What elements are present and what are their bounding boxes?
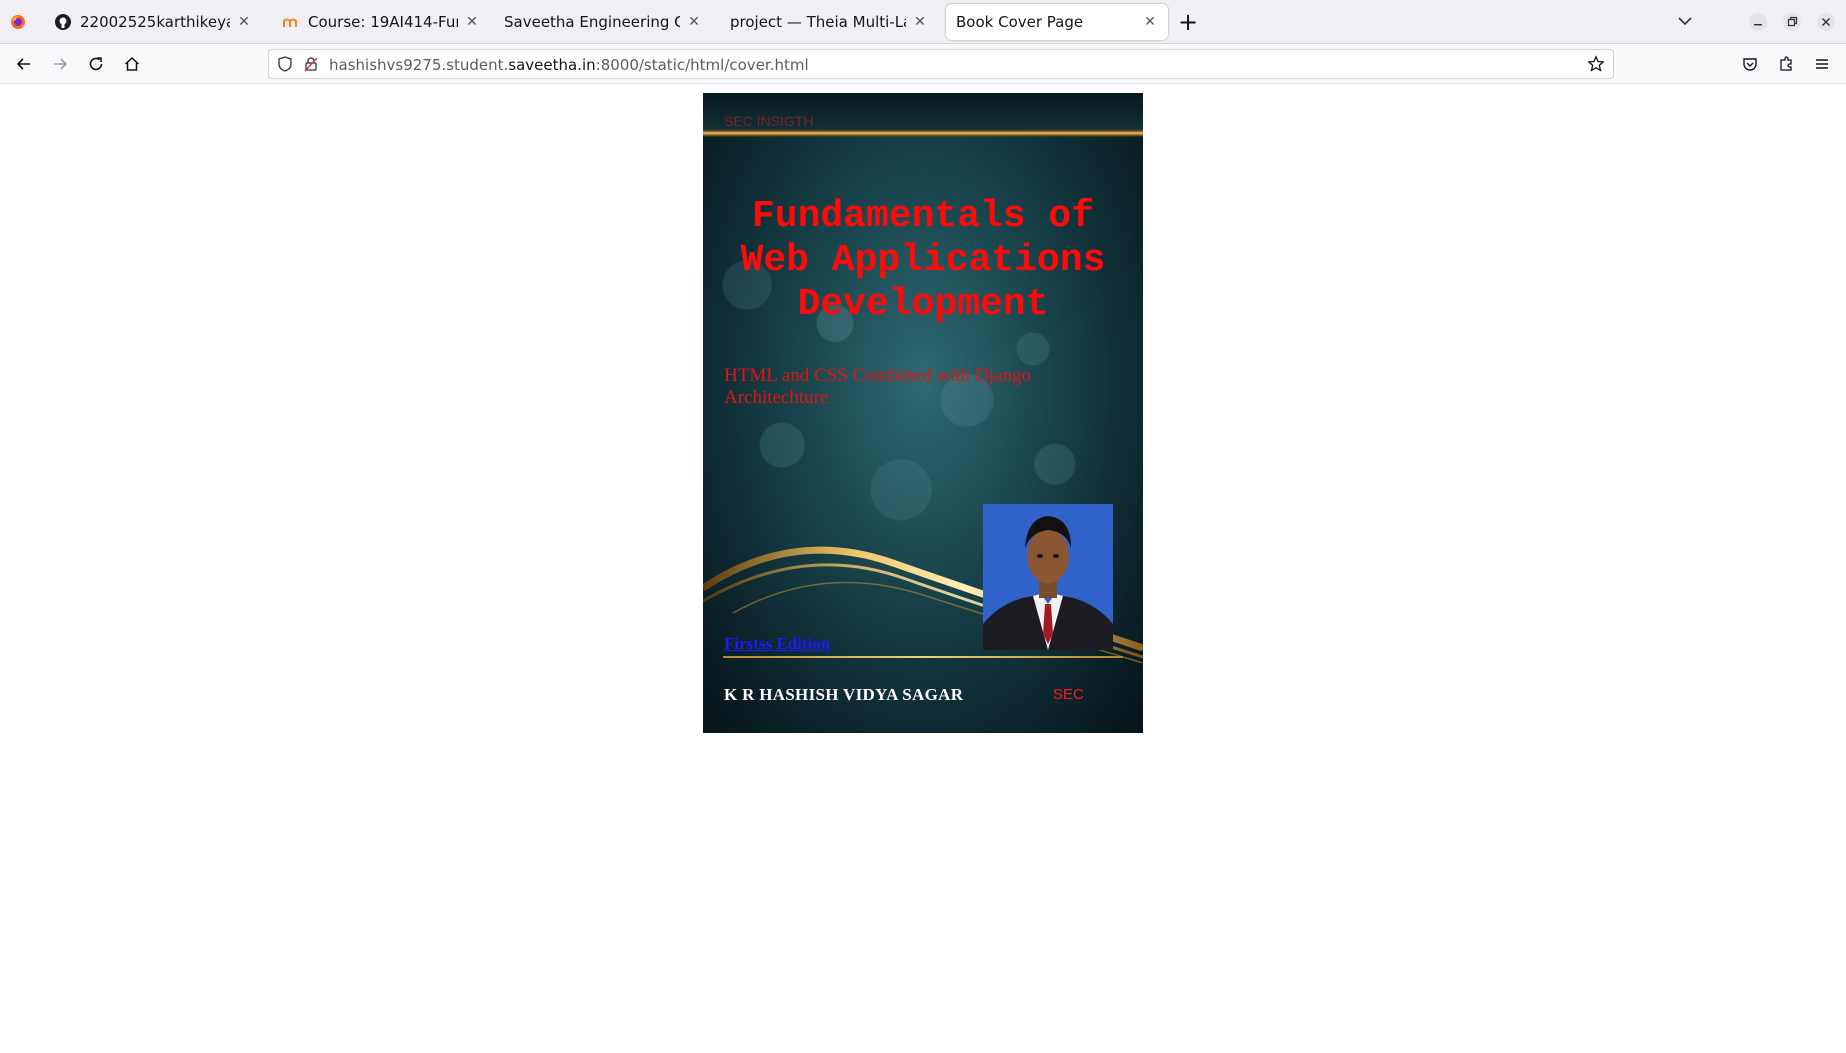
edition-label: Firstss Edition	[724, 634, 831, 653]
publisher-name: SEC INSIGTH	[724, 113, 814, 132]
tab-title: Saveetha Engineering Colleg	[504, 13, 680, 31]
tab-title: Book Cover Page	[956, 13, 1084, 31]
url-prefix: hashishvs9275.student.	[329, 56, 509, 74]
extensions-icon[interactable]	[1774, 52, 1798, 76]
tab-title: 22002525karthikeyan/Ex	[80, 13, 230, 31]
hamburger-menu-icon[interactable]	[1810, 52, 1834, 76]
chevron-down-icon[interactable]	[1676, 12, 1694, 34]
github-icon	[54, 13, 72, 31]
pocket-icon[interactable]	[1738, 52, 1762, 76]
tab-theia[interactable]: project — Theia Multi-Langu ✕	[720, 0, 938, 44]
author-name: K R HASHISH VIDYA SAGAR	[724, 685, 964, 704]
bookmark-star-icon[interactable]	[1587, 55, 1605, 77]
tab-book-cover[interactable]: Book Cover Page ✕	[946, 4, 1168, 40]
imprint-label: SEC	[1053, 686, 1084, 703]
close-tab-icon[interactable]: ✕	[686, 14, 702, 30]
home-icon[interactable]	[120, 52, 144, 76]
tab-title: project — Theia Multi-Langu	[730, 13, 906, 31]
close-tab-icon[interactable]: ✕	[1142, 14, 1158, 30]
close-tab-icon[interactable]: ✕	[464, 14, 480, 30]
address-bar[interactable]: hashishvs9275.student.saveetha.in:8000/s…	[268, 49, 1614, 79]
author-photo	[983, 504, 1113, 650]
url-text[interactable]: hashishvs9275.student.saveetha.in:8000/s…	[329, 56, 809, 74]
tab-strip: 22002525karthikeyan/Ex ✕ Course: 19AI414…	[0, 0, 1846, 44]
moodle-icon	[282, 13, 300, 31]
reload-icon[interactable]	[84, 52, 108, 76]
firefox-icon[interactable]	[8, 12, 28, 32]
close-window-icon[interactable]	[1816, 12, 1836, 32]
restore-icon[interactable]	[1782, 12, 1802, 32]
shield-icon[interactable]	[277, 56, 293, 76]
forward-arrow-icon[interactable]	[48, 52, 72, 76]
minimize-icon[interactable]	[1748, 12, 1768, 32]
back-arrow-icon[interactable]	[12, 52, 36, 76]
book-title: Fundamentals of Web Applications Develop…	[713, 195, 1133, 327]
tab-course[interactable]: Course: 19AI414-Fundam ✕	[272, 0, 490, 44]
title-line: Development	[797, 283, 1049, 326]
url-path: :8000/static/html/cover.html	[595, 56, 809, 74]
book-subtitle: HTML and CSS Combined with Django Archit…	[724, 365, 1031, 408]
title-line: Web Applications	[740, 239, 1106, 282]
tab-title: Course: 19AI414-Fundam	[308, 13, 458, 31]
gold-divider	[723, 656, 1123, 658]
book-cover: SEC INSIGTH Fundamentals of Web Applicat…	[703, 93, 1143, 733]
close-tab-icon[interactable]: ✕	[912, 14, 928, 30]
tab-github[interactable]: 22002525karthikeyan/Ex ✕	[44, 0, 262, 44]
title-line: Fundamentals of	[751, 195, 1095, 238]
tab-saveetha[interactable]: Saveetha Engineering Colleg ✕	[494, 0, 712, 44]
new-tab-icon[interactable]: +	[1178, 10, 1198, 34]
insecure-lock-icon[interactable]	[303, 56, 319, 76]
url-host: saveetha.in	[508, 56, 596, 74]
close-tab-icon[interactable]: ✕	[236, 14, 252, 30]
navigation-toolbar: hashishvs9275.student.saveetha.in:8000/s…	[0, 44, 1846, 84]
